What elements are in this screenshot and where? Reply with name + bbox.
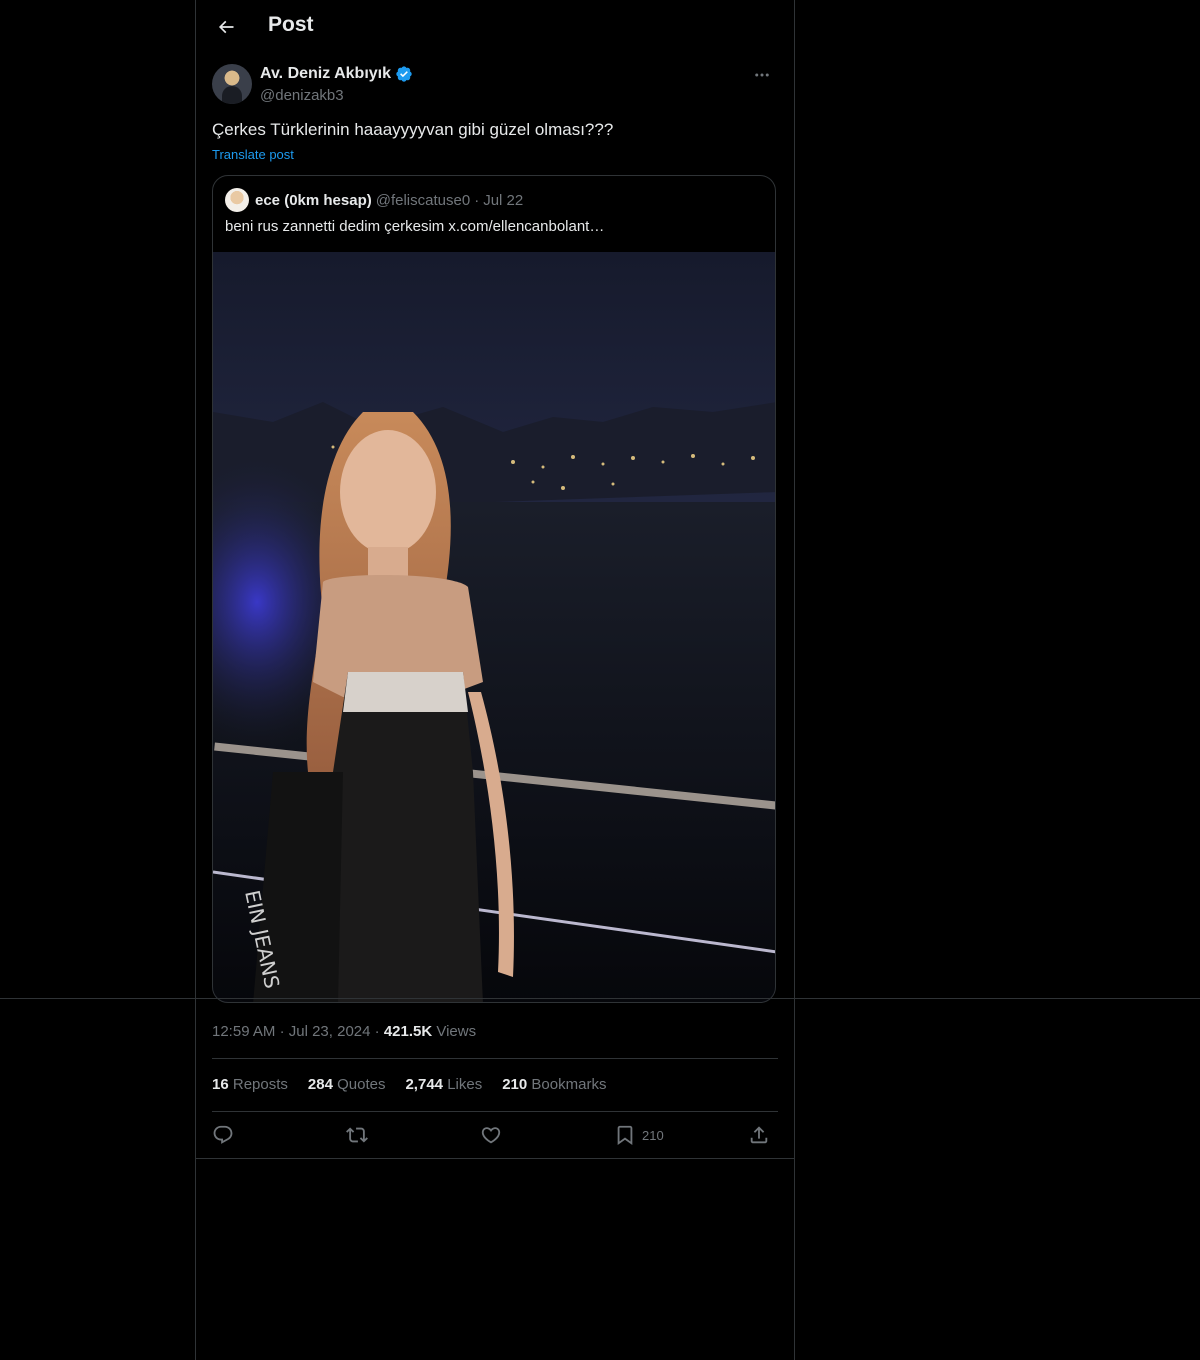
horizontal-rule [0,998,1200,999]
bookmarks-count: 210 [502,1076,528,1093]
page-title: Post [268,13,314,36]
share-icon [750,1126,768,1144]
reposts-count: 16 [212,1076,229,1093]
avatar[interactable] [212,64,252,104]
post-time[interactable]: 12:59 AM [212,1023,275,1040]
reply-icon [213,1125,233,1144]
bookmarks-label: Bookmarks [531,1076,607,1093]
bookmarks-stat[interactable]: 210 Bookmarks [502,1076,606,1093]
repost-button[interactable] [346,1122,368,1148]
likes-label: Likes [447,1076,483,1093]
like-button[interactable] [480,1122,502,1148]
more-options-button[interactable] [746,64,778,86]
divider [212,1058,778,1059]
more-dots-icon [755,73,769,77]
engagement-stats: 16 Reposts 284 Quotes 2,744 Likes 210 Bo… [212,1076,606,1093]
post-text: Çerkes Türklerinin haaayyyyvan gibi güze… [212,120,614,139]
likes-count: 2,744 [405,1076,444,1093]
meta-separator: · [279,1023,285,1040]
views-label: Views [436,1023,477,1040]
share-button[interactable] [748,1122,770,1148]
quoted-date: Jul 22 [483,191,524,209]
divider [212,1111,778,1112]
post-author: Av. Deniz Akbıyık @denizakb3 [212,64,778,108]
heart-icon [481,1127,501,1144]
post-header: Post [196,0,794,54]
author-name-row[interactable]: Av. Deniz Akbıyık [260,65,413,83]
bookmark-icon [617,1125,633,1146]
post-meta: 12:59 AM · Jul 23, 2024 · 421.5K Views [212,1023,476,1040]
quoted-author-name: ece (0km hesap) [255,191,372,209]
quoted-post-text: beni rus zannetti dedim çerkesim x.com/e… [225,218,605,235]
divider [196,1158,794,1159]
back-button[interactable] [208,9,244,45]
quoted-post-image[interactable]: EIN JEANS [213,252,775,1002]
reply-button[interactable] [212,1122,234,1148]
translate-post-link[interactable]: Translate post [212,147,294,162]
bookmark-action-count: 210 [642,1127,664,1143]
author-name[interactable]: Av. Deniz Akbıyık [260,65,391,83]
views-count: 421.5K [383,1023,433,1040]
quoted-separator: · [474,191,480,209]
quoted-post-header: ece (0km hesap) @feliscatuse0 · Jul 22 [225,188,523,212]
quoted-post-card[interactable]: ece (0km hesap) @feliscatuse0 · Jul 22 b… [212,175,776,1003]
bookmark-button[interactable]: 210 [614,1122,664,1148]
quoted-author-handle: @feliscatuse0 [375,191,471,209]
meta-separator: · [374,1023,380,1040]
post-date[interactable]: Jul 23, 2024 [289,1023,371,1040]
action-bar: 210 [212,1122,778,1148]
quoted-avatar [225,188,249,212]
quotes-stat[interactable]: 284 Quotes [308,1076,386,1093]
quotes-count: 284 [307,1076,333,1093]
reposts-label: Reposts [232,1076,288,1093]
night-harbor-photo: EIN JEANS [213,252,775,1002]
reposts-stat[interactable]: 16 Reposts [212,1076,288,1093]
repost-icon [346,1127,368,1143]
likes-stat[interactable]: 2,744 Likes [405,1076,482,1093]
main-column: Post Av. Deniz Akbıyık @denizakb3 Çerkes… [195,0,795,1360]
author-handle[interactable]: @denizakb3 [260,87,344,104]
arrow-left-icon [218,20,234,34]
quotes-label: Quotes [337,1076,386,1093]
verified-badge-icon [396,66,412,82]
